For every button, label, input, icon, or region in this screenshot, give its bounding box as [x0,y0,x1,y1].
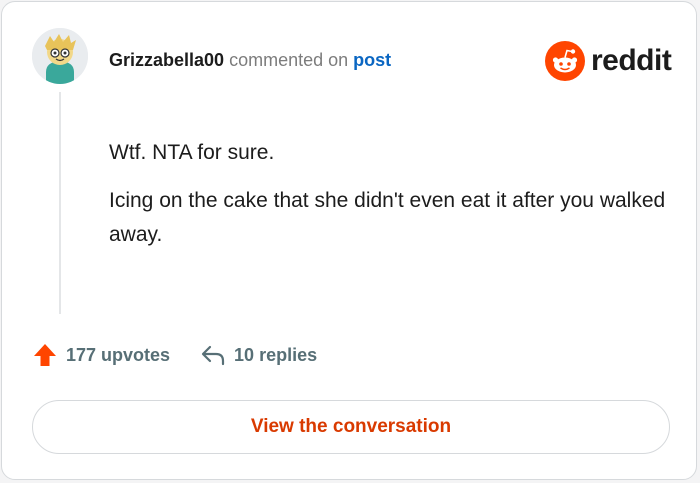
reply-arrow-icon[interactable] [200,343,226,367]
reddit-wordmark: reddit [591,44,672,77]
avatar[interactable] [32,28,88,84]
username[interactable]: Grizzabella00 [109,50,224,70]
comment-paragraph: Icing on the cake that she didn't even e… [109,189,666,246]
commented-on-text: commented on [224,50,354,70]
comment-paragraph: Wtf. NTA for sure. [109,141,275,164]
reply-count[interactable]: 10 replies [234,345,317,366]
view-conversation-button[interactable]: View the conversation [32,400,670,454]
reddit-snoo-icon [545,41,585,81]
reddit-logo[interactable]: reddit [545,40,672,82]
comment-actions: 177 upvotes 10 replies [32,342,317,368]
comment-body: Wtf. NTA for sure. Icing on the cake tha… [109,136,669,252]
upvote-arrow-icon[interactable] [32,342,58,368]
upvote-count: 177 upvotes [66,344,171,365]
embedded-comment-card: Grizzabella00 commented on post reddit W… [1,1,697,480]
thread-line [59,92,61,314]
post-link[interactable]: post [353,50,391,70]
avatar-image [32,28,88,84]
comment-header: Grizzabella00 commented on post [109,48,391,72]
